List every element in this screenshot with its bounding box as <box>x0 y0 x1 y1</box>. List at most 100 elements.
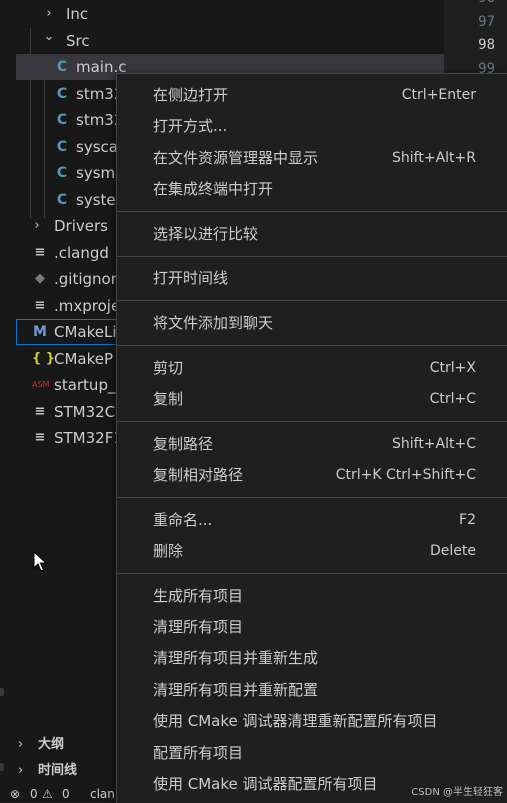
menu-item-shortcut: F2 <box>459 511 476 528</box>
menu-item-label: 复制相对路径 <box>153 466 244 484</box>
c-file-icon: C <box>56 165 68 181</box>
menu-item[interactable]: 选择以进行比较 <box>117 219 507 249</box>
menu-item-label: 在侧边打开 <box>153 86 229 104</box>
warning-count: 0 <box>62 787 70 801</box>
menu-item-label: 在文件资源管理器中显示 <box>153 148 319 167</box>
file-name: .clangd <box>54 243 109 262</box>
menu-item[interactable]: 打开方式... <box>117 111 507 141</box>
menu-item-label: 打开时间线 <box>153 269 229 288</box>
asm-icon: ASM <box>32 380 50 389</box>
text-file-icon: ≡ <box>34 430 46 445</box>
outline-section-label: 大纲 <box>38 737 65 752</box>
menu-item-label: 在集成终端中打开 <box>153 180 274 199</box>
menu-item[interactable]: 清理所有项目 <box>117 612 507 642</box>
menu-separator <box>117 255 507 257</box>
menu-item[interactable]: 剪切 Ctrl+X <box>117 353 507 383</box>
file-name: startup_s <box>54 376 124 394</box>
c-file-icon: C <box>56 138 68 155</box>
menu-item-shortcut: Ctrl+Enter <box>401 87 476 103</box>
menu-item[interactable]: 删除 Delete <box>117 536 507 566</box>
c-file-icon: C <box>56 112 68 128</box>
menu-item[interactable]: 打开时间线 <box>117 263 507 293</box>
c-file-icon: C <box>56 85 68 102</box>
menu-item-label: 将文件添加到聊天 <box>153 314 274 332</box>
menu-item[interactable]: 复制 Ctrl+C <box>117 384 507 414</box>
folder-name: Inc <box>66 5 89 23</box>
timeline-section[interactable]: › 时间线 <box>16 758 116 784</box>
activity-marker <box>0 763 4 771</box>
menu-item-shortcut: Ctrl+X <box>429 359 476 376</box>
git-icon: ◆ <box>35 271 45 286</box>
menu-item[interactable]: 复制相对路径 Ctrl+K Ctrl+Shift+C <box>117 460 507 490</box>
watermark: CSDN @半生轻狂客 <box>411 787 503 798</box>
chevron-down-icon: ⌄ <box>43 28 55 44</box>
text-file-icon: ≡ <box>34 297 46 313</box>
menu-item-label: 清理所有项目并重新生成 <box>153 649 319 668</box>
warning-icon[interactable]: ⚠ <box>42 787 53 801</box>
error-count: 0 <box>30 787 38 801</box>
menu-separator <box>117 421 507 422</box>
menu-item[interactable]: 使用 CMake 调试器清理重新配置所有项目 <box>117 706 507 736</box>
text-file-icon: ≡ <box>34 244 46 260</box>
menu-item[interactable]: 在文件资源管理器中显示 Shift+Alt+R <box>117 143 507 173</box>
file-name: syster <box>76 190 122 209</box>
cmake-icon: M <box>33 324 47 340</box>
file-name: CMakeLi <box>54 323 117 341</box>
file-name: CMakeP <box>54 349 114 368</box>
menu-item[interactable]: 生成所有项目 <box>117 581 507 611</box>
menu-item-label: 剪切 <box>153 358 184 377</box>
menu-item[interactable]: 将文件添加到聊天 <box>117 308 507 338</box>
activity-bar-edge <box>0 0 16 802</box>
file-name: .gitignor <box>54 270 117 288</box>
menu-item[interactable]: 配置所有项目 <box>117 738 507 768</box>
folder-name: Drivers <box>54 217 108 235</box>
chevron-right-icon: › <box>46 6 52 21</box>
menu-item-label: 清理所有项目 <box>153 618 244 636</box>
menu-item[interactable]: 清理所有项目并重新生成 <box>117 643 507 673</box>
folder-name: Src <box>66 31 90 50</box>
line-number: 96 <box>478 0 495 6</box>
menu-item-shortcut: Ctrl+K Ctrl+Shift+C <box>335 467 476 483</box>
file-name: STM32F1 <box>54 429 123 447</box>
menu-separator <box>117 345 507 346</box>
menu-item-shortcut: Shift+Alt+C <box>391 435 476 452</box>
menu-item-shortcut: Shift+Alt+R <box>392 149 476 166</box>
menu-item-label: 使用 CMake 调试器配置所有项目 <box>153 775 378 793</box>
menu-item-shortcut: Delete <box>430 543 476 559</box>
menu-item[interactable]: 清理所有项目并重新配置 <box>117 675 507 705</box>
text-file-icon: ≡ <box>34 403 46 419</box>
folder-row[interactable]: ⌄ Src <box>16 28 444 54</box>
json-icon: { } <box>32 350 56 366</box>
menu-item[interactable]: 在侧边打开 Ctrl+Enter <box>117 80 507 110</box>
error-icon[interactable]: ⊗ <box>10 787 20 801</box>
mouse-pointer-icon <box>33 550 48 572</box>
timeline-section-label: 时间线 <box>38 763 78 778</box>
menu-separator <box>117 573 507 574</box>
menu-item-label: 配置所有项目 <box>153 743 244 762</box>
menu-item[interactable]: 在集成终端中打开 <box>117 174 507 204</box>
menu-item-label: 复制 <box>153 390 184 408</box>
menu-item-label: 打开方式... <box>153 117 228 136</box>
folder-row[interactable]: › Inc <box>16 1 444 27</box>
menu-item[interactable]: 重命名... F2 <box>117 505 507 535</box>
activity-marker <box>0 688 4 696</box>
line-number: 98 <box>478 37 495 53</box>
line-number: 97 <box>478 13 495 30</box>
c-file-icon: C <box>56 191 68 208</box>
menu-item-label: 清理所有项目并重新配置 <box>153 680 319 699</box>
menu-item-label: 复制路径 <box>153 434 214 453</box>
outline-section[interactable]: › 大纲 <box>16 732 116 758</box>
chevron-right-icon: › <box>18 763 24 778</box>
file-name: .mxproje <box>54 296 121 315</box>
c-file-icon: C <box>56 59 68 75</box>
menu-item-label: 使用 CMake 调试器清理重新配置所有项目 <box>153 712 438 731</box>
menu-item-label: 重命名... <box>153 510 213 529</box>
menu-item-label: 删除 <box>153 542 184 560</box>
menu-item[interactable]: 复制路径 Shift+Alt+C <box>117 429 507 459</box>
menu-separator <box>117 497 507 498</box>
status-text[interactable]: clan <box>90 787 115 801</box>
menu-item-label: 选择以进行比较 <box>153 224 259 243</box>
file-name: STM32C <box>54 402 116 421</box>
menu-item-shortcut: Ctrl+C <box>429 391 476 407</box>
chevron-right-icon: › <box>34 218 40 233</box>
